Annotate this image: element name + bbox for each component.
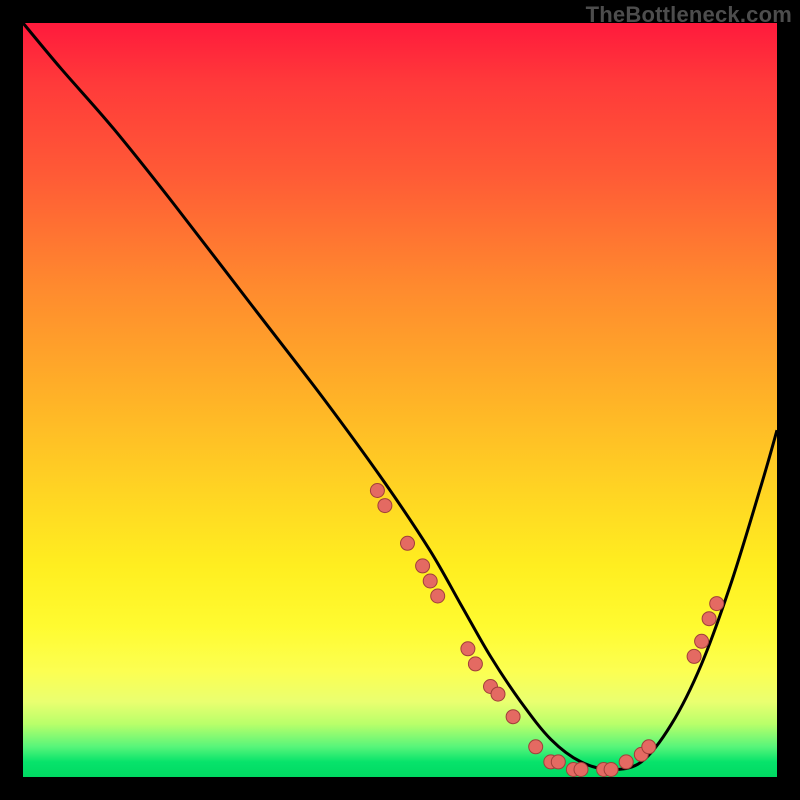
curve-marker	[431, 589, 445, 603]
curve-marker	[619, 755, 633, 769]
curve-marker	[370, 484, 384, 498]
bottleneck-curve-svg	[23, 23, 777, 777]
curve-marker	[710, 597, 724, 611]
curve-marker	[687, 649, 701, 663]
curve-marker	[401, 536, 415, 550]
watermark-text: TheBottleneck.com	[586, 2, 792, 28]
curve-marker	[461, 642, 475, 656]
curve-marker	[642, 740, 656, 754]
curve-marker	[506, 710, 520, 724]
curve-marker	[378, 499, 392, 513]
curve-marker	[468, 657, 482, 671]
curve-marker	[604, 763, 618, 777]
curve-marker	[529, 740, 543, 754]
chart-container: TheBottleneck.com	[0, 0, 800, 800]
curve-marker	[702, 612, 716, 626]
bottleneck-curve	[23, 23, 777, 770]
curve-markers	[370, 484, 723, 777]
curve-marker	[423, 574, 437, 588]
curve-marker	[416, 559, 430, 573]
curve-marker	[574, 763, 588, 777]
curve-marker	[551, 755, 565, 769]
curve-marker	[695, 634, 709, 648]
curve-marker	[491, 687, 505, 701]
